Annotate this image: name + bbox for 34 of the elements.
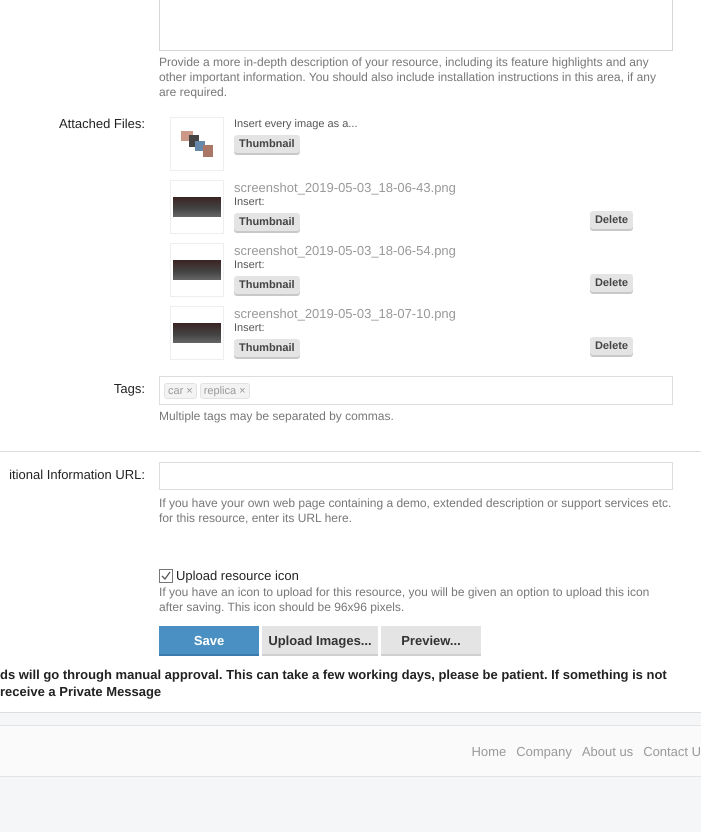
photo-placeholder <box>170 306 224 360</box>
delete-button[interactable]: Delete <box>590 274 633 292</box>
photo-placeholder <box>170 180 224 234</box>
thumbnail-button[interactable]: Thumbnail <box>234 135 300 153</box>
insert-label: Insert: <box>234 322 266 334</box>
photo-placeholder <box>170 243 224 297</box>
file-name: screenshot_2019-05-03_18-07-10.png <box>234 306 457 321</box>
upload-images-button[interactable]: Upload Images... <box>262 626 378 656</box>
thumbnail-button[interactable]: Thumbnail <box>234 276 300 294</box>
checkbox-label[interactable]: Upload resource icon <box>176 568 299 583</box>
delete-button[interactable]: Delete <box>590 211 633 229</box>
thumbnail-button[interactable]: Thumbnail <box>234 213 300 231</box>
tag: car × <box>164 382 197 398</box>
tags-hint: Multiple tags may be separated by commas. <box>159 409 395 424</box>
description-hint: Provide a more in-depth description of your resource, including its feature highlights and any other important information. You should also include installation instructions in this area, if any are required. <box>159 55 657 100</box>
url-input-field[interactable] <box>159 462 673 490</box>
upload-icon-hint: If you have an icon to upload for this resource, you will be given an option to upload this icon after saving. This icon should be 96x96 pixels. <box>159 585 650 615</box>
file-name: screenshot_2019-05-03_18-06-54.png <box>234 243 457 258</box>
preview-button[interactable]: Preview... <box>381 626 481 656</box>
approval-notice: ds will go through manual approval. This can take a few working days, please be patient. If something is not receive a Private Message <box>0 666 668 700</box>
checkbox[interactable] <box>159 568 173 582</box>
field-label: Tags: <box>112 380 145 398</box>
tag: replica × <box>200 382 250 398</box>
image-stack-icon <box>170 117 224 171</box>
field-label: itional Information URL: <box>8 466 145 484</box>
insert-caption: Insert every image as a... <box>234 118 358 130</box>
field-label: Attached Files: <box>58 116 145 133</box>
description-textarea[interactable] <box>159 0 673 51</box>
url-hint: If you have your own web page containing a demo, extended description or support services etc. for this resource, enter its URL here. <box>159 496 672 526</box>
thumbnail-button[interactable]: Thumbnail <box>234 339 300 357</box>
file-name: screenshot_2019-05-03_18-06-43.png <box>234 180 457 195</box>
insert-label: Insert: <box>234 196 266 208</box>
delete-button[interactable]: Delete <box>590 337 633 355</box>
insert-label: Insert: <box>234 259 266 271</box>
